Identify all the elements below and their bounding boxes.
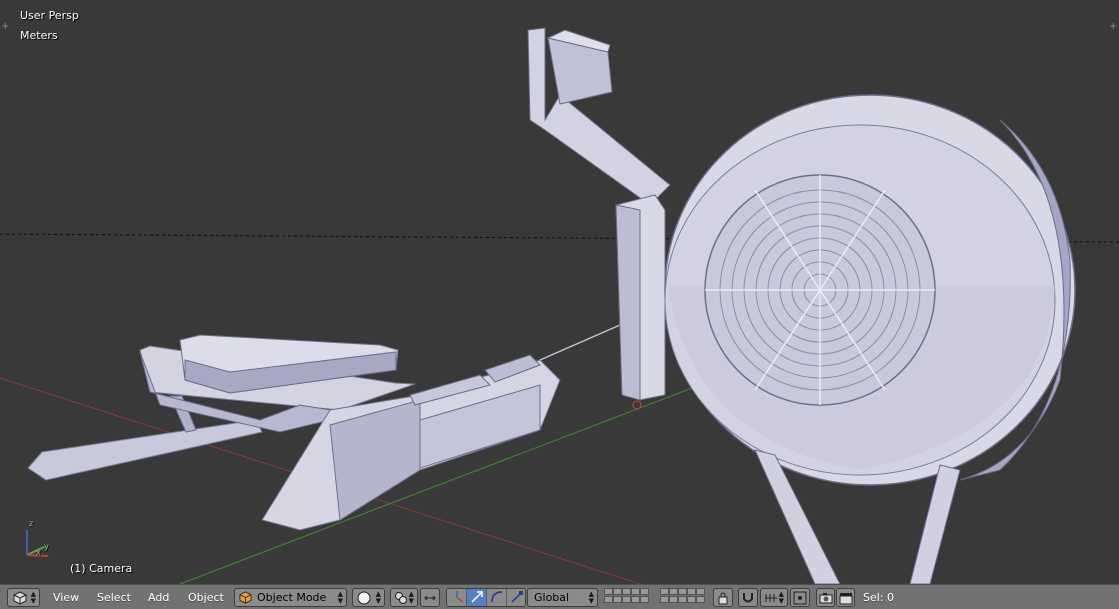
layer-button[interactable] <box>660 596 669 603</box>
area-split-handle-right[interactable]: + <box>1109 22 1117 32</box>
layer-button[interactable] <box>669 596 678 603</box>
axis-z-label: z <box>29 519 34 528</box>
manipulator-axes-icon <box>450 591 464 603</box>
object-mode-cube-icon <box>239 591 252 604</box>
area-split-handle-left[interactable]: + <box>1 22 9 32</box>
layer-button[interactable] <box>687 596 696 603</box>
scene-canvas[interactable] <box>0 0 1119 584</box>
layer-button[interactable] <box>678 596 687 603</box>
camera-icon <box>819 593 833 604</box>
snap-element-selector[interactable]: ▲ ▼ <box>760 588 788 607</box>
layer-button[interactable] <box>613 588 622 595</box>
layer-button[interactable] <box>604 588 613 595</box>
rear-rail <box>27 419 263 481</box>
snap-target-toggle[interactable] <box>790 588 810 607</box>
layer-button[interactable] <box>696 588 705 595</box>
lock-icon <box>718 592 728 605</box>
pivot-point-icon <box>395 592 407 604</box>
layer-button[interactable] <box>640 596 649 603</box>
axis-x-label: x <box>36 548 41 557</box>
viewport-header: ▲ ▼ View Select Add Object Object Mode ▲ ▼… <box>0 584 1119 609</box>
transform-orientation-dropdown[interactable]: Global ▲ ▼ <box>527 588 598 607</box>
chain <box>539 324 621 361</box>
lock-layers-toggle[interactable] <box>713 588 733 607</box>
viewport-shading-selector[interactable]: ▲ ▼ <box>352 588 385 607</box>
magnet-icon <box>743 593 753 603</box>
editor-type-selector[interactable]: ▲ ▼ <box>7 588 40 607</box>
mode-dropdown[interactable]: Object Mode ▲ ▼ <box>234 588 347 607</box>
3d-cursor <box>632 400 642 410</box>
rotate-arc-icon <box>491 591 503 603</box>
layer-buttons[interactable] <box>604 588 708 607</box>
layer-button[interactable] <box>622 588 631 595</box>
layer-button[interactable] <box>613 596 622 603</box>
active-object-label: (1) Camera <box>70 562 133 575</box>
snap-target-icon <box>793 591 807 605</box>
align-arrows-icon <box>424 595 436 601</box>
menu-view[interactable]: View <box>51 588 81 607</box>
layer-button[interactable] <box>669 588 678 595</box>
solid-sphere-icon <box>357 591 371 605</box>
pivot-align-toggle[interactable] <box>420 588 440 607</box>
menu-object[interactable]: Object <box>186 588 226 607</box>
menu-add[interactable]: Add <box>146 588 171 607</box>
cube-icon <box>13 591 27 605</box>
layer-button[interactable] <box>696 596 705 603</box>
mode-label: Object Mode <box>257 591 327 604</box>
pivot-point-selector[interactable]: ▲ ▼ <box>390 588 418 607</box>
menu-select[interactable]: Select <box>95 588 133 607</box>
render-animation-button[interactable] <box>836 588 855 607</box>
layer-button[interactable] <box>678 588 687 595</box>
layer-button[interactable] <box>604 596 613 603</box>
layer-button[interactable] <box>640 588 649 595</box>
layer-button[interactable] <box>631 588 640 595</box>
manipulator-group <box>446 588 526 607</box>
clapperboard-icon <box>839 593 853 605</box>
snap-increment-icon <box>765 594 777 602</box>
scale-icon <box>511 591 523 603</box>
layer-button[interactable] <box>660 588 669 595</box>
view-name-label: User Persp <box>20 9 79 22</box>
render-opengl-button[interactable] <box>816 588 835 607</box>
axis-y-label: y <box>44 542 49 551</box>
translate-arrow-icon <box>471 591 483 603</box>
scale-button[interactable] <box>507 589 525 606</box>
rotate-button[interactable] <box>487 589 507 606</box>
translate-button[interactable] <box>467 589 487 606</box>
3d-viewport[interactable]: User Persp Meters (1) Camera z y x + + <box>0 0 1119 584</box>
units-label: Meters <box>20 29 58 42</box>
layer-button[interactable] <box>687 588 696 595</box>
layer-button[interactable] <box>622 596 631 603</box>
snap-toggle[interactable] <box>738 588 758 607</box>
selection-status: Sel: 0 <box>863 591 895 604</box>
manipulator-toggle[interactable] <box>447 589 467 606</box>
orientation-label: Global <box>534 591 570 604</box>
layer-button[interactable] <box>631 596 640 603</box>
front-leg-right <box>909 464 961 584</box>
